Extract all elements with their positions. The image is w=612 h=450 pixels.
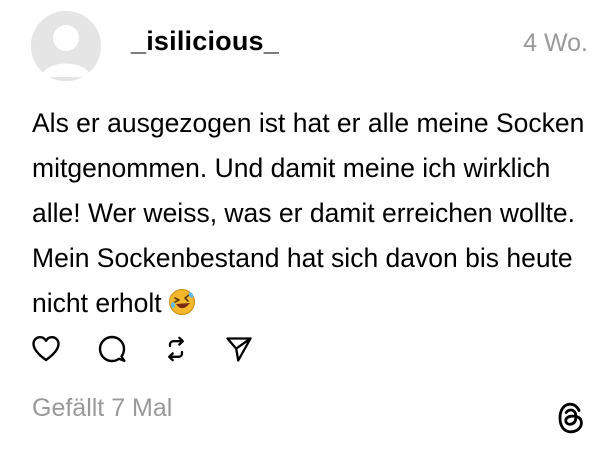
username[interactable]: _isilicious_	[131, 26, 279, 57]
share-icon[interactable]	[224, 334, 254, 364]
like-count[interactable]: Gefällt 7 Mal	[32, 394, 172, 423]
heart-icon[interactable]	[31, 334, 61, 364]
avatar[interactable]	[31, 11, 101, 81]
threads-logo-icon[interactable]	[556, 401, 586, 435]
comment-icon[interactable]	[97, 334, 127, 364]
repost-icon[interactable]	[161, 334, 191, 364]
post-text-content: Als er ausgezogen ist hat er alle meine …	[32, 108, 585, 318]
default-avatar-icon	[31, 11, 101, 81]
rolling-on-floor-laughing-emoji	[168, 289, 195, 315]
post-text: Als er ausgezogen ist hat er alle meine …	[32, 101, 592, 326]
post-card: _isilicious_ 4 Wo. Als er ausgezogen ist…	[0, 0, 612, 450]
post-timestamp: 4 Wo.	[523, 29, 588, 57]
